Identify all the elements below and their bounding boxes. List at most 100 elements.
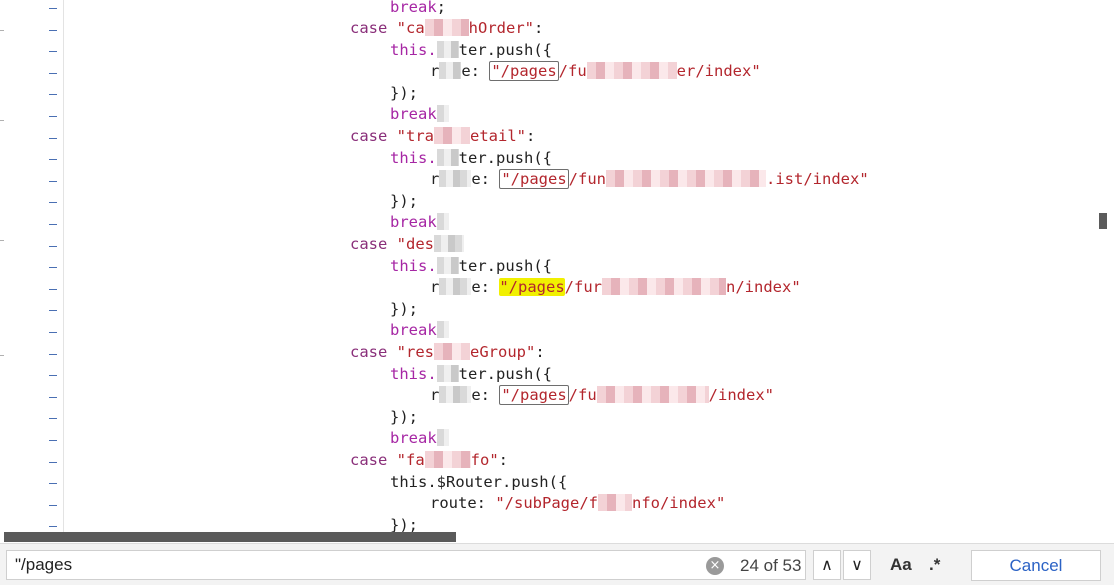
regex-button[interactable]: .* [929,555,940,575]
redacted-block [606,170,766,187]
code-text: }); [390,300,418,318]
punctuation: : [498,451,509,469]
code-line: }); [390,191,418,212]
code-text: r [430,62,440,80]
code-text: e: [461,62,490,80]
string-literal: eGroup" [470,343,536,361]
code-line: route: "/subPage/f nfo/index" [430,493,725,514]
code-line: this. ter.push({ [390,40,552,61]
keyword-case: case [350,235,388,253]
redacted-block [436,149,459,166]
code-text: ter.push({ [458,365,552,383]
punctuation: : [534,19,544,37]
punctuation: : [535,343,545,361]
search-match: "/pages [499,169,569,189]
code-text: ter.push({ [458,257,552,275]
vertical-scrollbar[interactable] [1098,0,1114,540]
redacted-block [424,451,471,468]
string-literal: "/subPage/f [495,494,598,512]
string-literal: n/index" [726,278,801,296]
active-search-match: "/pages [499,278,565,296]
redacted-block [436,213,449,230]
cancel-button[interactable]: Cancel [971,550,1101,581]
redacted-block [436,321,449,338]
code-line: case "fa fo": [350,450,508,471]
keyword-case: case [350,451,388,469]
keyword-this: this. [390,365,437,383]
string-literal: /fu [568,386,597,404]
vertical-scrollbar-thumb[interactable] [1099,213,1107,229]
code-line: break [390,212,449,233]
code-line: r e: "/pages/fur n/index" [430,277,801,298]
code-text: }); [390,84,418,102]
keyword-this: this. [390,257,437,275]
string-literal: /fur [564,278,602,296]
code-line: break [390,428,449,449]
code-area[interactable]: break; case "ca hOrder": this. ter.push({ … [0,0,1098,540]
code-line: break; [390,0,446,18]
keyword-this: this. [390,149,437,167]
code-text: ter.push({ [458,41,552,59]
punctuation: ; [436,0,447,16]
next-match-button[interactable]: ∨ [843,550,871,580]
redacted-block [424,19,469,36]
string-literal: fo" [470,451,499,469]
code-line: r e: "/pages/fu er/index" [430,61,761,82]
search-match: "/pages [489,61,559,81]
code-line: case "ca hOrder": [350,18,543,39]
punctuation: : [526,127,536,145]
string-literal: "des [396,235,434,253]
code-line: case "des [350,234,464,255]
redacted-block [586,62,677,79]
code-line: this. ter.push({ [390,364,552,385]
keyword-case: case [350,19,388,37]
string-literal: etail" [470,127,526,145]
code-line: this. ter.push({ [390,148,552,169]
code-text: route: [430,494,496,512]
code-text: e: [471,386,500,404]
redacted-block [439,62,462,79]
match-case-button[interactable]: Aa [890,555,912,575]
keyword-this: this. [390,41,437,59]
redacted-block [439,386,472,403]
chevron-down-icon: ∨ [851,555,863,574]
find-bar: × 24 of 53 ∧ ∨ Aa .* Cancel [0,543,1114,585]
code-text: ter.push({ [458,149,552,167]
find-input[interactable] [6,550,806,580]
keyword-break: break [390,321,437,339]
keyword-case: case [350,343,388,361]
match-count: 24 of 53 [740,556,802,575]
clear-icon[interactable]: × [706,557,724,575]
code-editor-window: break; case "ca hOrder": this. ter.push({ … [0,0,1114,585]
string-literal: "ca [396,19,425,37]
code-text: this.$Router.push({ [390,473,568,491]
code-line: break [390,320,449,341]
code-line: }); [390,407,418,428]
string-literal: "fa [396,451,425,469]
previous-match-button[interactable]: ∧ [813,550,841,580]
redacted-block [596,386,709,403]
redacted-block [439,170,472,187]
code-text: e: [471,278,500,296]
keyword-break: break [390,213,437,231]
code-line: this.$Router.push({ [390,472,567,493]
redacted-block [436,257,459,274]
code-line: r e: "/pages/fun .ist/index" [430,169,869,190]
redacted-block [434,343,470,360]
keyword-break: break [390,105,437,123]
string-literal: /fun [568,170,606,188]
code-line: }); [390,83,418,104]
code-line: }); [390,299,418,320]
keyword-break: break [390,0,437,16]
code-line: break [390,104,449,125]
code-text: }); [390,408,418,426]
code-line: case "tra etail": [350,126,535,147]
redacted-block [597,494,632,511]
string-literal: "res [396,343,434,361]
string-literal: nfo/index" [631,494,726,512]
code-text: r [430,386,440,404]
code-text: e: [471,170,500,188]
horizontal-scrollbar-thumb[interactable] [4,532,456,542]
redacted-block [436,365,459,382]
string-literal: er/index" [676,62,761,80]
